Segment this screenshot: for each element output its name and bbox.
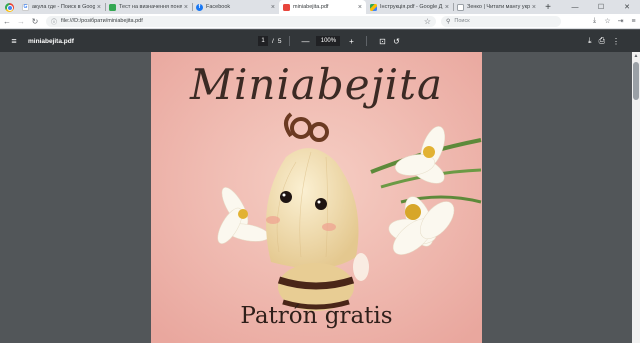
zoom-level-input[interactable]: 100% [316, 36, 341, 46]
close-tab-icon[interactable]: × [532, 4, 536, 11]
tab-title: miniabejita.pdf [293, 4, 329, 10]
tab[interactable]: Інструкція.pdf - Google Д × [366, 0, 453, 14]
tab[interactable]: G акулa где - Поиск в Google × [18, 0, 105, 14]
close-tab-icon[interactable]: × [358, 4, 362, 11]
close-tab-icon[interactable]: × [97, 4, 101, 11]
page-separator: / [272, 37, 274, 45]
tab[interactable]: Зенко | Читати мангу укр × [453, 0, 540, 14]
maximize-button[interactable]: ☐ [588, 0, 614, 14]
pdf-subtitle: Patrón gratis [240, 303, 393, 329]
print-icon[interactable]: ⎙ [599, 36, 605, 46]
forward-arrow-icon[interactable]: → [14, 14, 28, 29]
toolbar-actions: ⤓ ☆ ⇥ ≡ [588, 17, 640, 25]
pdf-viewer[interactable]: Miniabejita Patrón gratis [0, 52, 640, 343]
browser-toolbar: ← → ↻ ⓘ file:///D:/розібрати/miniabejita… [0, 14, 640, 29]
tab[interactable]: f Facebook × [192, 0, 279, 14]
divider [289, 36, 291, 46]
scrollbar-thumb[interactable] [633, 62, 639, 100]
zoom-out-button[interactable]: — [298, 37, 312, 46]
tab-title: Тест на визначення поня [119, 4, 182, 10]
manga-icon [457, 3, 464, 11]
close-tab-icon[interactable]: × [184, 4, 188, 11]
window-controls: — ☐ ✕ [562, 0, 640, 14]
more-options-icon[interactable]: ⋮ [612, 37, 620, 46]
collections-icon[interactable]: ☆ [601, 17, 614, 25]
downloads-icon[interactable]: ⤓ [588, 17, 601, 25]
extensions-icon[interactable]: ⇥ [614, 17, 627, 25]
pdf-page-controls: 1 / 5 — 100% + ⊡ ↺ [258, 30, 403, 52]
bookmark-star-icon[interactable]: ☆ [424, 17, 431, 26]
pdf-filename: miniabejita.pdf [28, 37, 74, 45]
close-tab-icon[interactable]: × [271, 4, 275, 11]
google-icon: G [22, 3, 29, 11]
download-icon[interactable]: ⤓ [588, 36, 592, 46]
docs-icon [109, 3, 116, 11]
close-tab-icon[interactable]: × [445, 4, 449, 11]
pdf-actions: ⤓ ⎙ ⋮ [588, 30, 620, 52]
divider [366, 36, 368, 46]
page-total: 5 [277, 37, 282, 45]
tab-strip: G акулa где - Поиск в Google × Тест на в… [0, 0, 640, 14]
minimize-button[interactable]: — [562, 0, 588, 14]
menu-icon[interactable]: ≡ [627, 17, 640, 25]
file-info-icon[interactable]: ⓘ [51, 17, 57, 26]
address-url[interactable]: file:///D:/розібрати/miniabejita.pdf [61, 18, 424, 24]
close-window-button[interactable]: ✕ [614, 0, 640, 14]
tab-title: Зенко | Читати мангу укр [467, 4, 530, 10]
tab-title: Інструкція.pdf - Google Д [380, 4, 443, 10]
pdf-title: Miniabejita [189, 60, 444, 109]
tab-active[interactable]: miniabejita.pdf × [279, 0, 366, 14]
page-number-input[interactable]: 1 [258, 36, 268, 46]
drive-icon [370, 3, 377, 11]
facebook-icon: f [196, 3, 203, 11]
reload-icon[interactable]: ↻ [28, 14, 42, 29]
back-arrow-icon[interactable]: ← [0, 14, 14, 29]
vertical-scrollbar[interactable]: ▲ [632, 52, 640, 343]
pdf-toolbar: ≡ miniabejita.pdf 1 / 5 — 100% + ⊡ ↺ ⤓ ⎙… [0, 30, 640, 52]
tab-title: Facebook [206, 4, 231, 10]
new-tab-button[interactable]: + [540, 0, 556, 14]
tab-title: акулa где - Поиск в Google [32, 4, 95, 10]
search-icon: ⚲ [446, 18, 451, 25]
address-bar[interactable]: ⓘ file:///D:/розібрати/miniabejita.pdf ☆ [46, 15, 436, 27]
pdf-icon [283, 3, 290, 11]
tab[interactable]: Тест на визначення поня × [105, 0, 192, 14]
rotate-icon[interactable]: ↺ [389, 37, 403, 46]
zoom-in-button[interactable]: + [344, 37, 358, 46]
browser-logo-icon[interactable] [0, 0, 18, 14]
hamburger-menu-icon[interactable]: ≡ [0, 36, 28, 46]
fit-page-icon[interactable]: ⊡ [375, 37, 389, 46]
search-input[interactable]: ⚲ Поиск [441, 15, 561, 27]
search-placeholder: Поиск [454, 18, 470, 24]
scroll-up-arrow-icon[interactable]: ▲ [632, 52, 640, 60]
pdf-page: Miniabejita Patrón gratis [151, 52, 482, 343]
